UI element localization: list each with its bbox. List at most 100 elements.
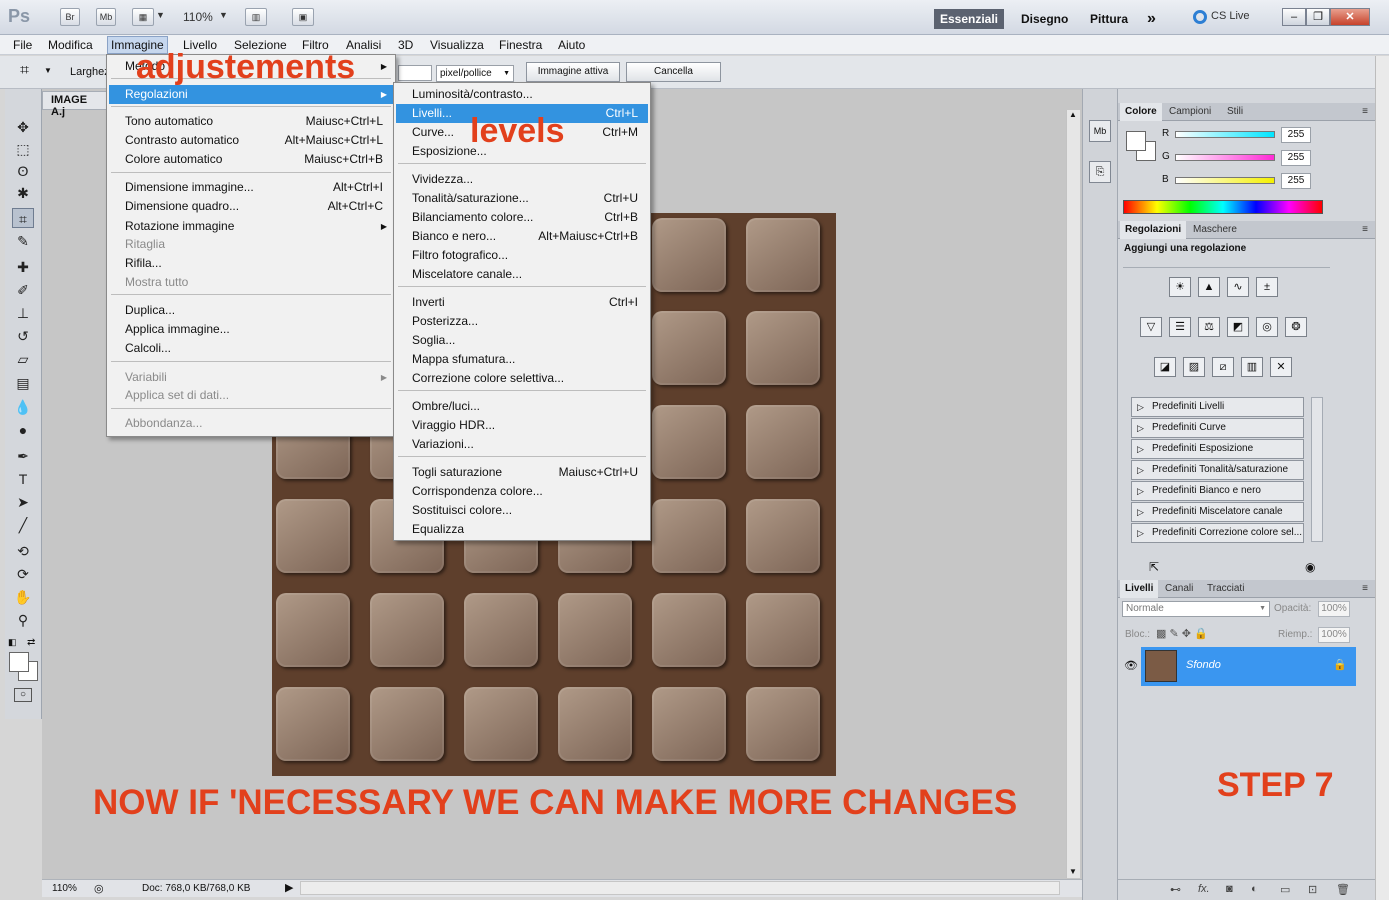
black-white-icon[interactable]: ◩	[1227, 317, 1249, 337]
horizontal-scrollbar[interactable]	[300, 881, 1060, 895]
zoom-level-select[interactable]: 110%	[183, 10, 213, 24]
new-group-icon[interactable]: ▭	[1280, 883, 1290, 896]
color-balance-icon[interactable]: ⚖	[1198, 317, 1220, 337]
gradient-tool-icon[interactable]: ▤	[12, 373, 34, 393]
layer-row[interactable]: 👁 Sfondo 🔒	[1121, 647, 1356, 686]
preset-levels[interactable]: ▷ Predefiniti Livelli	[1131, 397, 1304, 417]
workspace-disegno[interactable]: Disegno	[1021, 9, 1068, 29]
blend-mode-select[interactable]: Normale ▼	[1122, 601, 1270, 617]
vertical-scrollbar[interactable]: ▲ ▼	[1066, 110, 1080, 878]
delete-layer-icon[interactable]: 🗑	[1336, 883, 1350, 896]
menu-item[interactable]: Equalizza	[396, 520, 648, 539]
tab-regolazioni[interactable]: Regolazioni	[1120, 221, 1187, 239]
channel-mixer-icon[interactable]: ❂	[1285, 317, 1307, 337]
document-tab[interactable]: IMAGE A.j	[42, 91, 112, 118]
brightness-contrast-icon[interactable]: ☀	[1169, 277, 1191, 297]
menu-item[interactable]: Sostituisci colore...	[396, 501, 648, 520]
preset-curves[interactable]: ▷ Predefiniti Curve	[1131, 418, 1304, 438]
eraser-tool-icon[interactable]: ▱	[12, 349, 34, 369]
3d-orbit-tool-icon[interactable]: ⟳	[12, 564, 34, 584]
lasso-tool-icon[interactable]: ʘ	[12, 161, 34, 181]
preset-selective-color[interactable]: ▷ Predefiniti Correzione colore sel...	[1131, 523, 1304, 543]
menu-item[interactable]: Bianco e nero... Alt+Maiusc+Ctrl+B	[396, 227, 648, 246]
zoom-readout[interactable]: 110%	[52, 883, 77, 894]
history-brush-tool-icon[interactable]: ↺	[12, 326, 34, 346]
magic-wand-tool-icon[interactable]: ✱	[12, 183, 34, 203]
minimize-button[interactable]: –	[1282, 8, 1306, 26]
blur-tool-icon[interactable]: 💧	[12, 397, 34, 417]
menu-item[interactable]: Dimensione quadro... Alt+Ctrl+C	[109, 197, 393, 216]
menu-item[interactable]: Contrasto automatico Alt+Maiusc+Ctrl+L	[109, 131, 393, 150]
pen-tool-icon[interactable]: ✒	[12, 446, 34, 466]
panel-menu-icon[interactable]: ≡	[1357, 580, 1373, 598]
menu-item[interactable]: Luminosità/contrasto...	[396, 85, 648, 104]
foreground-color-swatch[interactable]	[1126, 131, 1146, 151]
eyedropper-tool-icon[interactable]: ✎	[12, 231, 34, 251]
cs-live-menu[interactable]: CS Live	[1211, 10, 1250, 22]
foreground-color-swatch[interactable]	[9, 652, 29, 672]
menu-item[interactable]: Inverti Ctrl+I	[396, 293, 648, 312]
menu-item[interactable]: Corrispondenza colore...	[396, 482, 648, 501]
tab-canali[interactable]: Canali	[1160, 580, 1198, 598]
crop-tool-icon[interactable]: ⌗	[20, 62, 29, 80]
restore-button[interactable]: ❐	[1306, 8, 1330, 26]
chevron-down-icon[interactable]: ▼	[44, 66, 52, 75]
history-panel-icon[interactable]: ⎘	[1089, 161, 1111, 183]
hand-tool-icon[interactable]: ✋	[12, 587, 34, 607]
status-info-icon[interactable]: ◎	[94, 882, 104, 895]
menu-item[interactable]: Tono automatico Maiusc+Ctrl+L	[109, 112, 393, 131]
levels-icon[interactable]: ▲	[1198, 277, 1220, 297]
menu-item[interactable]: Duplica...	[109, 301, 393, 320]
close-button[interactable]: ✕	[1330, 8, 1370, 26]
mini-bridge-button[interactable]: Mb	[96, 8, 116, 26]
tab-maschere[interactable]: Maschere	[1188, 221, 1242, 239]
menu-item[interactable]: Togli saturazione Maiusc+Ctrl+U	[396, 463, 648, 482]
channel-b-value[interactable]: 255	[1281, 173, 1311, 189]
link-layers-icon[interactable]: ⊷	[1170, 883, 1181, 896]
opacity-input[interactable]: 100%	[1318, 601, 1350, 617]
layer-name[interactable]: Sfondo	[1186, 659, 1221, 671]
vibrance-icon[interactable]: ▽	[1140, 317, 1162, 337]
menu-item[interactable]: Calcoli...	[109, 339, 393, 358]
preset-channel-mixer[interactable]: ▷ Predefiniti Miscelatore canale	[1131, 502, 1304, 522]
menu-finestra[interactable]: Finestra	[496, 37, 545, 53]
panel-menu-icon[interactable]: ≡	[1357, 221, 1373, 239]
workspace-pittura[interactable]: Pittura	[1090, 9, 1128, 29]
preset-exposure[interactable]: ▷ Predefiniti Esposizione	[1131, 439, 1304, 459]
gradient-map-icon[interactable]: ▥	[1241, 357, 1263, 377]
tab-colore[interactable]: Colore	[1120, 103, 1162, 121]
menu-3d[interactable]: 3D	[395, 37, 416, 53]
fill-input[interactable]: 100%	[1318, 627, 1350, 643]
bridge-button[interactable]: Br	[60, 8, 80, 26]
zoom-tool-icon[interactable]: ⚲	[12, 610, 34, 630]
menu-item[interactable]: Rotazione immagine ▶	[109, 217, 393, 236]
menu-item[interactable]: Soglia...	[396, 331, 648, 350]
menu-item[interactable]: Dimensione immagine... Alt+Ctrl+I	[109, 178, 393, 197]
add-mask-icon[interactable]: ◙	[1226, 883, 1233, 895]
menu-item[interactable]: Viraggio HDR...	[396, 416, 648, 435]
scroll-down-icon[interactable]: ▼	[1069, 867, 1077, 876]
type-tool-icon[interactable]: T	[12, 469, 34, 489]
menu-item[interactable]: Colore automatico Maiusc+Ctrl+B	[109, 150, 393, 169]
menu-item[interactable]: Ombre/luci...	[396, 397, 648, 416]
tab-campioni[interactable]: Campioni	[1164, 103, 1216, 121]
view-extras-button[interactable]: ▦	[132, 8, 154, 26]
3d-rotate-tool-icon[interactable]: ⟲	[12, 541, 34, 561]
arrange-documents-button[interactable]: ▥	[245, 8, 267, 26]
tab-stili[interactable]: Stili	[1222, 103, 1248, 121]
menu-item[interactable]: Tonalità/saturazione... Ctrl+U	[396, 189, 648, 208]
clone-stamp-tool-icon[interactable]: ⊥	[12, 303, 34, 323]
posterize-icon[interactable]: ▨	[1183, 357, 1205, 377]
channel-g-slider[interactable]	[1175, 154, 1275, 161]
swap-colors-icon[interactable]: ⇄	[27, 637, 35, 648]
channel-g-value[interactable]: 255	[1281, 150, 1311, 166]
channel-r-slider[interactable]	[1175, 131, 1275, 138]
menu-aiuto[interactable]: Aiuto	[555, 37, 588, 53]
lock-pixels-icon[interactable]: ▩ ✎ ✥ 🔒	[1156, 627, 1208, 640]
path-selection-tool-icon[interactable]: ➤	[12, 492, 34, 512]
screen-mode-button[interactable]: ▣	[292, 8, 314, 26]
menu-item[interactable]: Bilanciamento colore... Ctrl+B	[396, 208, 648, 227]
menu-file[interactable]: File	[10, 37, 35, 53]
mini-bridge-panel-icon[interactable]: Mb	[1089, 120, 1111, 142]
chevron-down-icon[interactable]: ▼	[219, 10, 228, 20]
